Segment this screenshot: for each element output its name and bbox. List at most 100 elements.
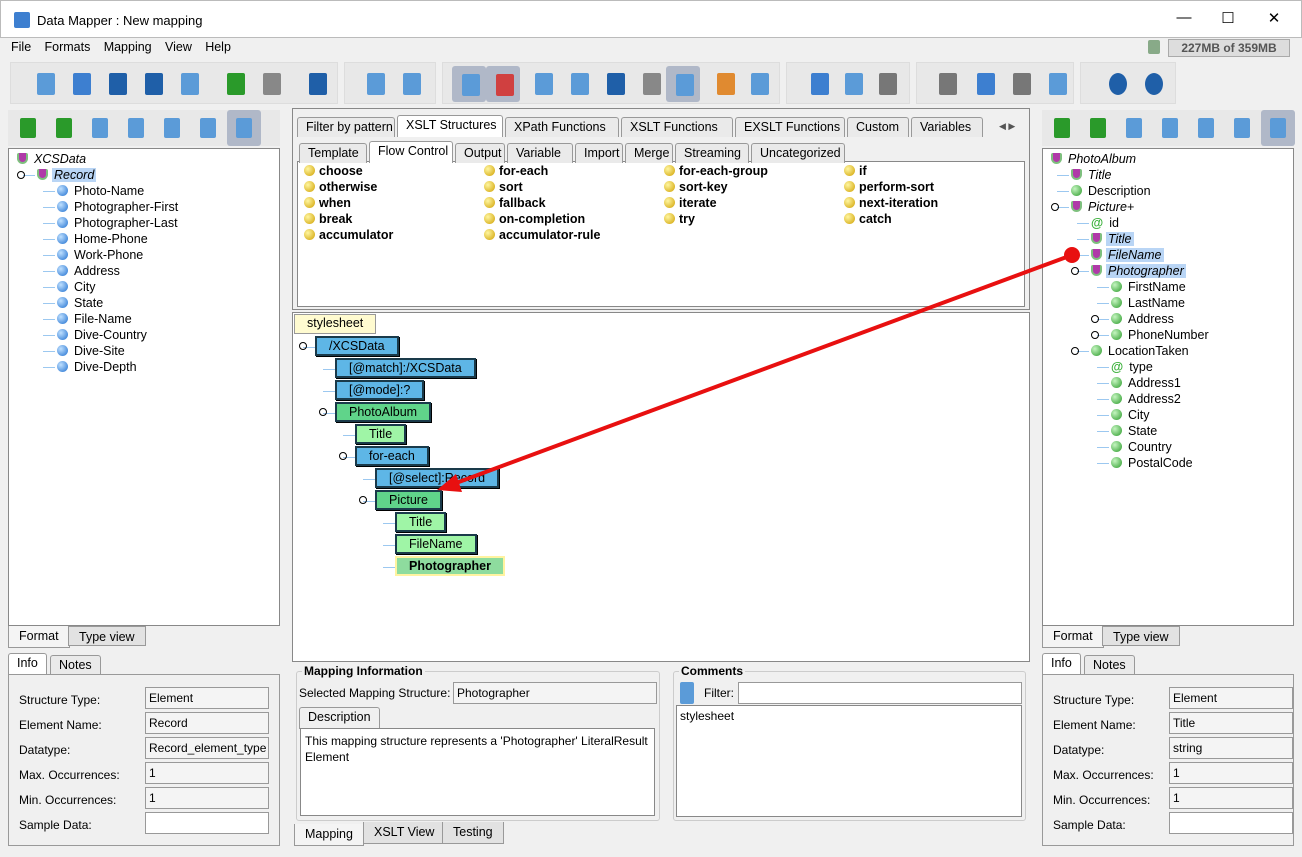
view-colors-icon[interactable]	[486, 66, 520, 102]
tree-item[interactable]: Dive-Site	[57, 343, 127, 359]
tree-item[interactable]: PhoneNumber	[1111, 327, 1211, 343]
flow-control-item[interactable]: when	[304, 196, 351, 210]
flow-control-item[interactable]: accumulator	[304, 228, 393, 242]
inspect-icon[interactable]	[158, 114, 186, 142]
tab-info[interactable]: Info	[8, 653, 47, 675]
flow-control-item[interactable]: on-completion	[484, 212, 585, 226]
tree-item[interactable]: FileName	[1091, 247, 1164, 263]
select-mode-icon[interactable]	[1261, 110, 1295, 146]
tree-item[interactable]: Home-Phone	[57, 231, 150, 247]
view-info-icon[interactable]	[452, 66, 486, 102]
tree-item[interactable]: Dive-Depth	[57, 359, 139, 375]
source-tree[interactable]: XCSData Record Photo-Name Photographer-Firs…	[8, 148, 280, 626]
flow-control-item[interactable]: choose	[304, 164, 363, 178]
help-icon[interactable]	[1104, 70, 1132, 98]
tree-item[interactable]: File-Name	[57, 311, 134, 327]
tab-custom[interactable]: Custom	[847, 117, 909, 137]
cut-icon[interactable]	[806, 70, 834, 98]
tree-item[interactable]: State	[57, 295, 105, 311]
menu-formats[interactable]: Formats	[40, 38, 96, 56]
tree-item[interactable]: Photographer	[1091, 263, 1186, 279]
flow-control-item[interactable]: next-iteration	[844, 196, 938, 210]
structure-icon[interactable]	[1156, 114, 1184, 142]
tree-item[interactable]: Photographer-Last	[57, 215, 180, 231]
flow-control-item[interactable]: try	[664, 212, 695, 226]
export-xls-icon[interactable]	[176, 70, 204, 98]
flow-control-item[interactable]: catch	[844, 212, 892, 226]
mapping-node[interactable]: [@select]:Record	[375, 468, 500, 488]
find-replace-icon[interactable]	[50, 114, 78, 142]
mapping-node[interactable]: Photographer	[395, 556, 505, 576]
subtab-uncategorized[interactable]: Uncategorized	[751, 143, 845, 163]
collapse-icon[interactable]	[17, 171, 25, 179]
tree-item[interactable]: Address	[57, 263, 122, 279]
tree-item[interactable]: Address	[1111, 311, 1176, 327]
flow-control-item[interactable]: iterate	[664, 196, 717, 210]
collapse-icon[interactable]	[319, 408, 327, 416]
tree-item[interactable]: Photographer-First	[57, 199, 180, 215]
edit-icon[interactable]	[1228, 114, 1256, 142]
flow-control-item[interactable]: for-each-group	[664, 164, 768, 178]
redo-icon[interactable]	[258, 70, 286, 98]
tree-item[interactable]: FirstName	[1111, 279, 1188, 295]
exit-icon[interactable]	[304, 70, 332, 98]
menu-file[interactable]: File	[6, 38, 36, 56]
menu-view[interactable]: View	[160, 38, 197, 56]
mapping-node[interactable]: [@match]:/XCSData	[335, 358, 476, 378]
subtab-streaming[interactable]: Streaming	[675, 143, 749, 163]
flow-control-item[interactable]: fallback	[484, 196, 546, 210]
collapse-icon[interactable]	[1051, 203, 1059, 211]
table-icon[interactable]	[712, 70, 740, 98]
new-structure-icon[interactable]	[362, 70, 390, 98]
subtab-variable[interactable]: Variable	[507, 143, 573, 163]
move-right-icon[interactable]	[1008, 70, 1036, 98]
collapse-icon[interactable]	[299, 342, 307, 350]
notes-icon[interactable]	[1120, 114, 1148, 142]
tree-item[interactable]: Dive-Country	[57, 327, 149, 343]
flow-control-item[interactable]: sort-key	[664, 180, 728, 194]
subtab-output[interactable]: Output	[455, 143, 505, 163]
maximize-button[interactable]: ☐	[1213, 9, 1243, 27]
subtab-import[interactable]: Import	[575, 143, 623, 163]
save-icon[interactable]	[104, 70, 132, 98]
export-icon[interactable]	[1048, 114, 1076, 142]
tree-item[interactable]: Record	[37, 167, 97, 183]
flow-control-item[interactable]: sort	[484, 180, 523, 194]
tab-testing[interactable]: Testing	[442, 822, 504, 844]
collapse-icon[interactable]	[339, 452, 347, 460]
mapping-canvas[interactable]: stylesheet/XCSData [@match]:/XCSData [@mod…	[292, 312, 1030, 662]
target-tree[interactable]: PhotoAlbum Title Description Picture+ @ id Tit…	[1042, 148, 1294, 626]
mapping-node[interactable]: Picture	[375, 490, 442, 510]
tab-info[interactable]: Info	[1042, 653, 1081, 675]
tab-filter-by-pattern[interactable]: Filter by pattern	[297, 117, 395, 137]
tab-xpath-functions[interactable]: XPath Functions	[505, 117, 619, 137]
tree-item[interactable]: @ type	[1111, 359, 1155, 375]
tree-item[interactable]: Title	[1091, 231, 1134, 247]
tab-description[interactable]: Description	[299, 707, 380, 729]
minimize-button[interactable]: —	[1169, 9, 1199, 26]
structure-settings-icon[interactable]	[398, 70, 426, 98]
find-replace-icon[interactable]	[1084, 114, 1112, 142]
tree-item[interactable]: LastName	[1111, 295, 1187, 311]
tree-item[interactable]: PhotoAlbum	[1051, 151, 1138, 167]
notes-icon[interactable]	[680, 682, 694, 704]
tree-item[interactable]: PostalCode	[1111, 455, 1195, 471]
tab-type-view[interactable]: Type view	[68, 626, 146, 646]
tab-xslt-view[interactable]: XSLT View	[363, 822, 446, 844]
mapping-node[interactable]: FileName	[395, 534, 477, 554]
copy-icon[interactable]	[840, 70, 868, 98]
tree-item[interactable]: Photo-Name	[57, 183, 146, 199]
save-schedule-icon[interactable]	[602, 70, 630, 98]
tab-format[interactable]: Format	[8, 626, 70, 648]
tree-item[interactable]: Picture+	[1071, 199, 1136, 215]
inspect-icon[interactable]	[1192, 114, 1220, 142]
database-icon[interactable]	[746, 70, 774, 98]
expand-icon[interactable]	[1091, 315, 1099, 323]
memory-indicator[interactable]: 227MB of 359MB	[1168, 39, 1290, 57]
tab-notes[interactable]: Notes	[50, 655, 101, 675]
tab-exslt-functions[interactable]: EXSLT Functions	[735, 117, 845, 137]
flow-control-item[interactable]: break	[304, 212, 352, 226]
structure-icon[interactable]	[122, 114, 150, 142]
tab-type-view[interactable]: Type view	[1102, 626, 1180, 646]
subtab-merge[interactable]: Merge	[625, 143, 673, 163]
